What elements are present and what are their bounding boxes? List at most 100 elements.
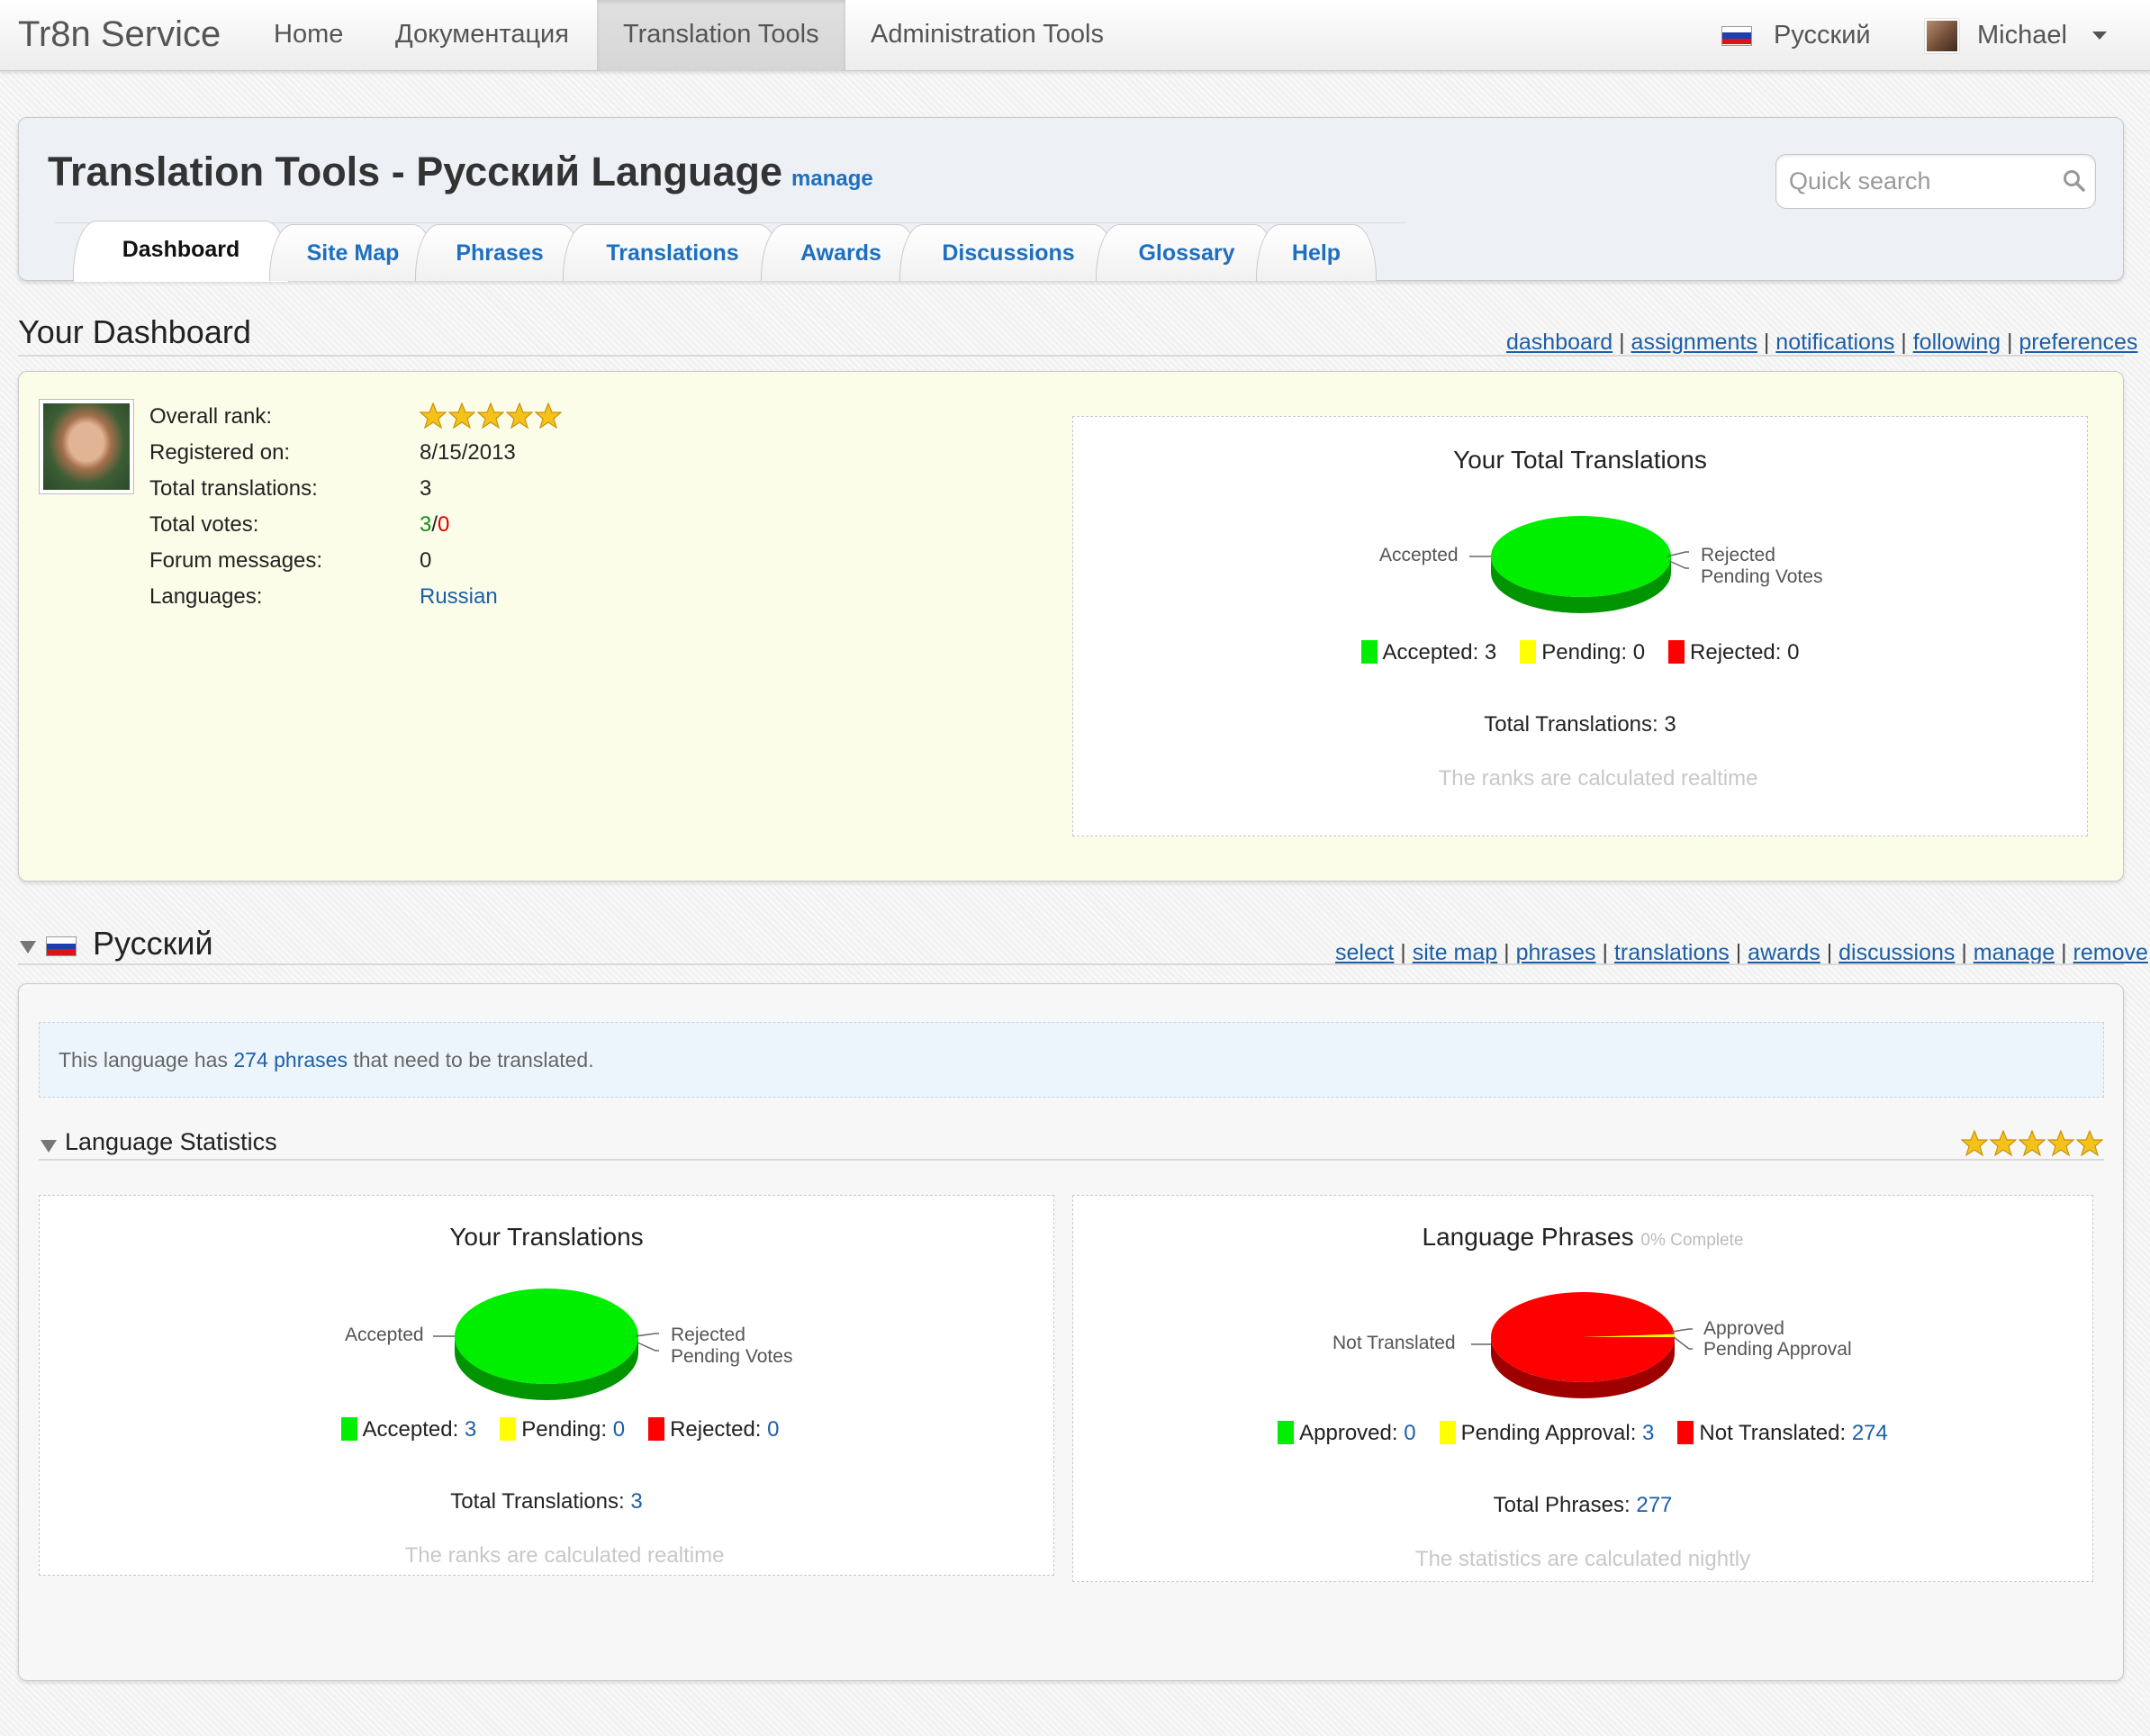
link-manage[interactable]: manage [1974, 940, 2055, 965]
collapse-triangle-icon [41, 1140, 57, 1153]
collapse-language-toggle[interactable] [20, 941, 36, 958]
dashboard-title: Your Dashboard [18, 313, 251, 350]
link-discussions[interactable]: discussions [1838, 940, 1955, 965]
tab-translations[interactable]: Translations [563, 224, 782, 281]
collapse-stats-toggle[interactable] [41, 1140, 57, 1157]
legend-rejected: Rejected: 0 [1668, 640, 1799, 665]
language-section-title: Русский [93, 925, 213, 962]
tab-dashboard[interactable]: Dashboard [73, 221, 289, 282]
user-menu[interactable]: Michael [1925, 0, 2107, 71]
chart-legend: Approved: 0 Pending Approval: 3 Not Tran… [1073, 1421, 2092, 1446]
link-remove[interactable]: remove [2073, 940, 2148, 965]
pie-label-pending: Pending Votes [1701, 566, 1823, 587]
manage-language-link[interactable]: manage [791, 167, 873, 191]
pie-label-approved: Approved [1703, 1318, 1784, 1339]
chart-total: Total Phrases: 277 [1493, 1493, 1673, 1517]
collapse-triangle-icon [20, 941, 36, 954]
user-avatar [1925, 18, 1959, 53]
nav-documentation[interactable]: Документация [369, 0, 595, 71]
language-selector[interactable]: Русский [1721, 0, 1871, 71]
notice-phrases-link[interactable]: 274 phrases [233, 1048, 348, 1071]
user-name: Michael [1977, 21, 2067, 50]
star-icon [477, 402, 504, 429]
forum-messages-label: Forum messages: [149, 548, 323, 573]
votes-down: 0 [438, 512, 450, 537]
star-icon [1961, 1130, 1988, 1157]
tab-phrases[interactable]: Phrases [415, 224, 584, 281]
link-following[interactable]: following [1913, 330, 2001, 355]
legend-pending: Pending: 0 [500, 1417, 625, 1442]
dashboard-links: dashboard | assignments | notifications … [1506, 330, 2138, 355]
chevron-down-icon [2091, 32, 2107, 40]
chart-legend: Accepted: 3 Pending: 0 Rejected: 0 [53, 1417, 1067, 1442]
overall-rank-stars [420, 402, 562, 429]
star-icon [506, 402, 533, 429]
star-icon [2019, 1130, 2046, 1157]
chart-note: The statistics are calculated nightly [1414, 1547, 1751, 1571]
quick-search-input[interactable]: Quick search [1775, 154, 2096, 209]
chart-note: The ranks are calculated realtime [1438, 766, 1758, 791]
language-phrases-chart: Language Phrases 0% Complete Not Transla… [1072, 1195, 2093, 1582]
total-translations-chart: Your Total Translations Accepted Rejecte… [1072, 416, 2088, 836]
dashboard-panel: Overall rank: Registered on: 8/15/2013 T… [18, 371, 2124, 882]
language-rank-stars [1961, 1130, 2103, 1157]
legend-pending-approval: Pending Approval: 3 [1439, 1421, 1654, 1446]
tab-discussions[interactable]: Discussions [899, 224, 1117, 281]
legend-rejected: Rejected: 0 [648, 1417, 779, 1442]
registered-label: Registered on: [149, 440, 291, 465]
nav-translation-tools[interactable]: Translation Tools [597, 0, 845, 71]
link-preferences[interactable]: preferences [2019, 330, 2137, 355]
link-site-map[interactable]: site map [1413, 940, 1497, 965]
pie-label-accepted: Accepted [1379, 545, 1459, 565]
legend-pending: Pending: 0 [1520, 640, 1645, 665]
pie-label-rejected: Rejected [671, 1325, 745, 1345]
total-votes-label: Total votes: [149, 512, 259, 537]
pie-label-pending-approval: Pending Approval [1703, 1339, 1852, 1360]
votes-up: 3 [420, 512, 432, 537]
language-statistics-title: Language Statistics [65, 1128, 277, 1155]
link-notifications[interactable]: notifications [1775, 330, 1894, 355]
language-rule [18, 963, 2124, 965]
star-icon [420, 402, 447, 429]
stats-rule [39, 1159, 2104, 1161]
link-dashboard[interactable]: dashboard [1506, 330, 1612, 355]
tab-site-map[interactable]: Site Map [269, 224, 437, 281]
tab-awards[interactable]: Awards [761, 224, 921, 281]
chart-total: Total Translations: 3 [1484, 712, 1676, 737]
pie-label-accepted: Accepted [345, 1325, 424, 1345]
link-awards[interactable]: awards [1748, 940, 1820, 965]
tab-help[interactable]: Help [1256, 224, 1377, 281]
total-translations-value: 3 [420, 476, 432, 501]
link-select[interactable]: select [1335, 940, 1394, 965]
pie-label-pending: Pending Votes [671, 1346, 793, 1367]
overall-rank-label: Overall rank: [149, 404, 273, 429]
top-navbar: Tr8n Service Home Документация Translati… [0, 0, 2150, 71]
registered-value: 8/15/2013 [420, 440, 516, 465]
search-icon[interactable] [2063, 169, 2086, 193]
link-assignments[interactable]: assignments [1631, 330, 1757, 355]
forum-messages-value: 0 [420, 548, 432, 573]
total-translations-label: Total translations: [149, 476, 318, 501]
russia-flag-icon [46, 936, 77, 956]
link-translations[interactable]: translations [1614, 940, 1730, 965]
pie-label-rejected: Rejected [1701, 545, 1775, 565]
link-phrases[interactable]: phrases [1516, 940, 1596, 965]
your-translations-pie [433, 1288, 659, 1400]
notice-text-post: that need to be translated. [353, 1048, 594, 1071]
current-language: Русский [1774, 21, 1871, 50]
pie-slice-accepted [455, 1288, 638, 1384]
phrases-notice: This language has 274 phrases that need … [39, 1022, 2104, 1098]
russia-flag-icon [1721, 25, 1752, 46]
nav-home[interactable]: Home [248, 0, 369, 71]
language-phrases-pie [1471, 1292, 1693, 1398]
notice-text-pre: This language has [59, 1048, 228, 1071]
nav-administration-tools[interactable]: Administration Tools [845, 0, 1130, 71]
star-icon [2076, 1130, 2103, 1157]
brand-logo[interactable]: Tr8n Service [18, 14, 221, 55]
user-photo [39, 399, 134, 494]
languages-value-link[interactable]: Russian [420, 584, 498, 610]
tab-glossary[interactable]: Glossary [1096, 224, 1278, 281]
language-panel: This language has 274 phrases that need … [18, 983, 2124, 1681]
pie-slice-accepted [1491, 516, 1671, 597]
star-icon [448, 402, 475, 429]
